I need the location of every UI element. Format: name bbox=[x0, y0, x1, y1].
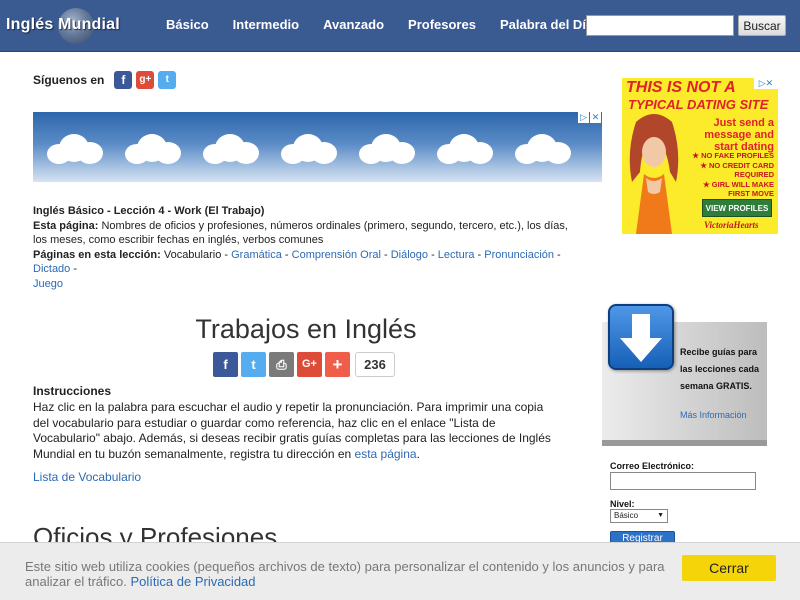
newsletter-text: Recibe guías para las lecciones cada sem… bbox=[680, 347, 760, 391]
page-link-comprension-oral[interactable]: Comprensión Oral bbox=[292, 249, 381, 261]
cloud-graphic bbox=[281, 134, 337, 164]
page-link-juego[interactable]: Juego bbox=[33, 278, 63, 290]
cookie-close-button[interactable]: Cerrar bbox=[682, 555, 776, 581]
ad-headline: THIS IS NOT A bbox=[626, 79, 736, 96]
level-select[interactable]: Básico ▼ bbox=[610, 509, 668, 523]
page-title: Trabajos en Inglés bbox=[195, 314, 417, 344]
close-ad-icon[interactable]: ✕ bbox=[590, 112, 601, 123]
lesson-pages: Páginas en esta lección: Vocabulario - G… bbox=[33, 248, 561, 290]
pages-current: Vocabulario bbox=[163, 248, 222, 261]
view-profiles-button[interactable]: VIEW PROFILES bbox=[702, 199, 772, 217]
ad-bullets: ★ NO FAKE PROFILES ★ NO CREDIT CARD REQU… bbox=[692, 151, 774, 198]
facebook-icon[interactable]: f bbox=[114, 71, 133, 89]
ad-woman-illustration bbox=[629, 114, 679, 234]
cloud-graphic bbox=[437, 134, 493, 164]
level-label: Nivel: bbox=[610, 499, 635, 509]
cloud-graphic bbox=[47, 134, 103, 164]
chevron-down-icon: ▼ bbox=[657, 512, 664, 519]
ad-tagline: Just send a message and start dating bbox=[704, 117, 774, 153]
share-print-icon[interactable]: ⎙ bbox=[269, 352, 294, 377]
page-link-pronunciacion[interactable]: Pronunciación bbox=[484, 249, 554, 261]
newsletter-box: Recibe guías para las lecciones cada sem… bbox=[602, 304, 767, 446]
more-info-link[interactable]: Más Información bbox=[680, 410, 747, 420]
search-input[interactable] bbox=[586, 15, 734, 36]
lesson-title: Inglés Básico - Lección 4 - Work (El Tra… bbox=[33, 205, 265, 217]
cookie-banner: Este sitio web utiliza cookies (pequeños… bbox=[0, 542, 800, 600]
cloud-graphic bbox=[515, 134, 571, 164]
banner-ad[interactable]: ▷ ✕ bbox=[33, 112, 602, 182]
logo-text: Inglés Mundial bbox=[6, 16, 120, 33]
adchoices-close-icon[interactable]: ▷✕ bbox=[754, 78, 778, 89]
nav-item-intermedio[interactable]: Intermedio bbox=[221, 0, 311, 52]
ad-brand: VictoriaHearts bbox=[704, 220, 759, 230]
ad-subheadline: TYPICAL DATING SITE bbox=[628, 97, 769, 112]
lesson-description: Esta página: Nombres de oficios y profes… bbox=[33, 219, 568, 247]
lesson-info: Inglés Básico - Lección 4 - Work (El Tra… bbox=[33, 204, 581, 292]
email-label: Correo Electrónico: bbox=[610, 461, 695, 471]
page-link-gramatica[interactable]: Gramática bbox=[231, 249, 282, 261]
instructions-title: Instrucciones bbox=[33, 384, 112, 398]
page-link-dictado[interactable]: Dictado bbox=[33, 263, 70, 275]
instructions-text: Haz clic en la palabra para escuchar el … bbox=[33, 400, 551, 461]
cloud-graphic bbox=[203, 134, 259, 164]
main-nav: Básico Intermedio Avanzado Profesores Pa… bbox=[154, 0, 605, 52]
share-twitter-icon[interactable]: t bbox=[241, 352, 266, 377]
email-field[interactable] bbox=[610, 472, 756, 490]
nav-item-profesores[interactable]: Profesores bbox=[396, 0, 488, 52]
site-logo[interactable]: Inglés Mundial bbox=[6, 8, 146, 44]
cloud-graphic bbox=[125, 134, 181, 164]
nav-item-avanzado[interactable]: Avanzado bbox=[311, 0, 396, 52]
share-google-plus-icon[interactable]: G+ bbox=[297, 352, 322, 377]
vocabulary-list-link[interactable]: Lista de Vocabulario bbox=[33, 470, 141, 484]
share-count: 236 bbox=[355, 352, 395, 377]
adchoices-icon[interactable]: ▷ bbox=[578, 112, 589, 123]
google-plus-icon[interactable]: g+ bbox=[136, 71, 155, 89]
nav-item-basico[interactable]: Básico bbox=[154, 0, 221, 52]
search-button[interactable]: Buscar bbox=[738, 15, 786, 36]
share-facebook-icon[interactable]: f bbox=[213, 352, 238, 377]
share-bar: f t ⎙ G+ + 236 bbox=[213, 352, 395, 377]
twitter-icon[interactable]: t bbox=[158, 71, 177, 89]
register-page-link[interactable]: esta página bbox=[355, 447, 417, 461]
cloud-graphic bbox=[359, 134, 415, 164]
follow-label: Síguenos en bbox=[33, 73, 105, 87]
page-link-lectura[interactable]: Lectura bbox=[438, 249, 475, 261]
cookie-message: Este sitio web utiliza cookies (pequeños… bbox=[25, 559, 665, 589]
follow-us: Síguenos en f g+ t bbox=[33, 70, 177, 90]
download-arrow-icon bbox=[608, 304, 674, 370]
top-navbar: Inglés Mundial Básico Intermedio Avanzad… bbox=[0, 0, 800, 52]
privacy-policy-link[interactable]: Política de Privacidad bbox=[131, 574, 256, 589]
page-link-dialogo[interactable]: Diálogo bbox=[391, 249, 428, 261]
side-ad[interactable]: THIS IS NOT A TYPICAL DATING SITE Just s… bbox=[622, 78, 778, 234]
share-more-icon[interactable]: + bbox=[325, 352, 350, 377]
